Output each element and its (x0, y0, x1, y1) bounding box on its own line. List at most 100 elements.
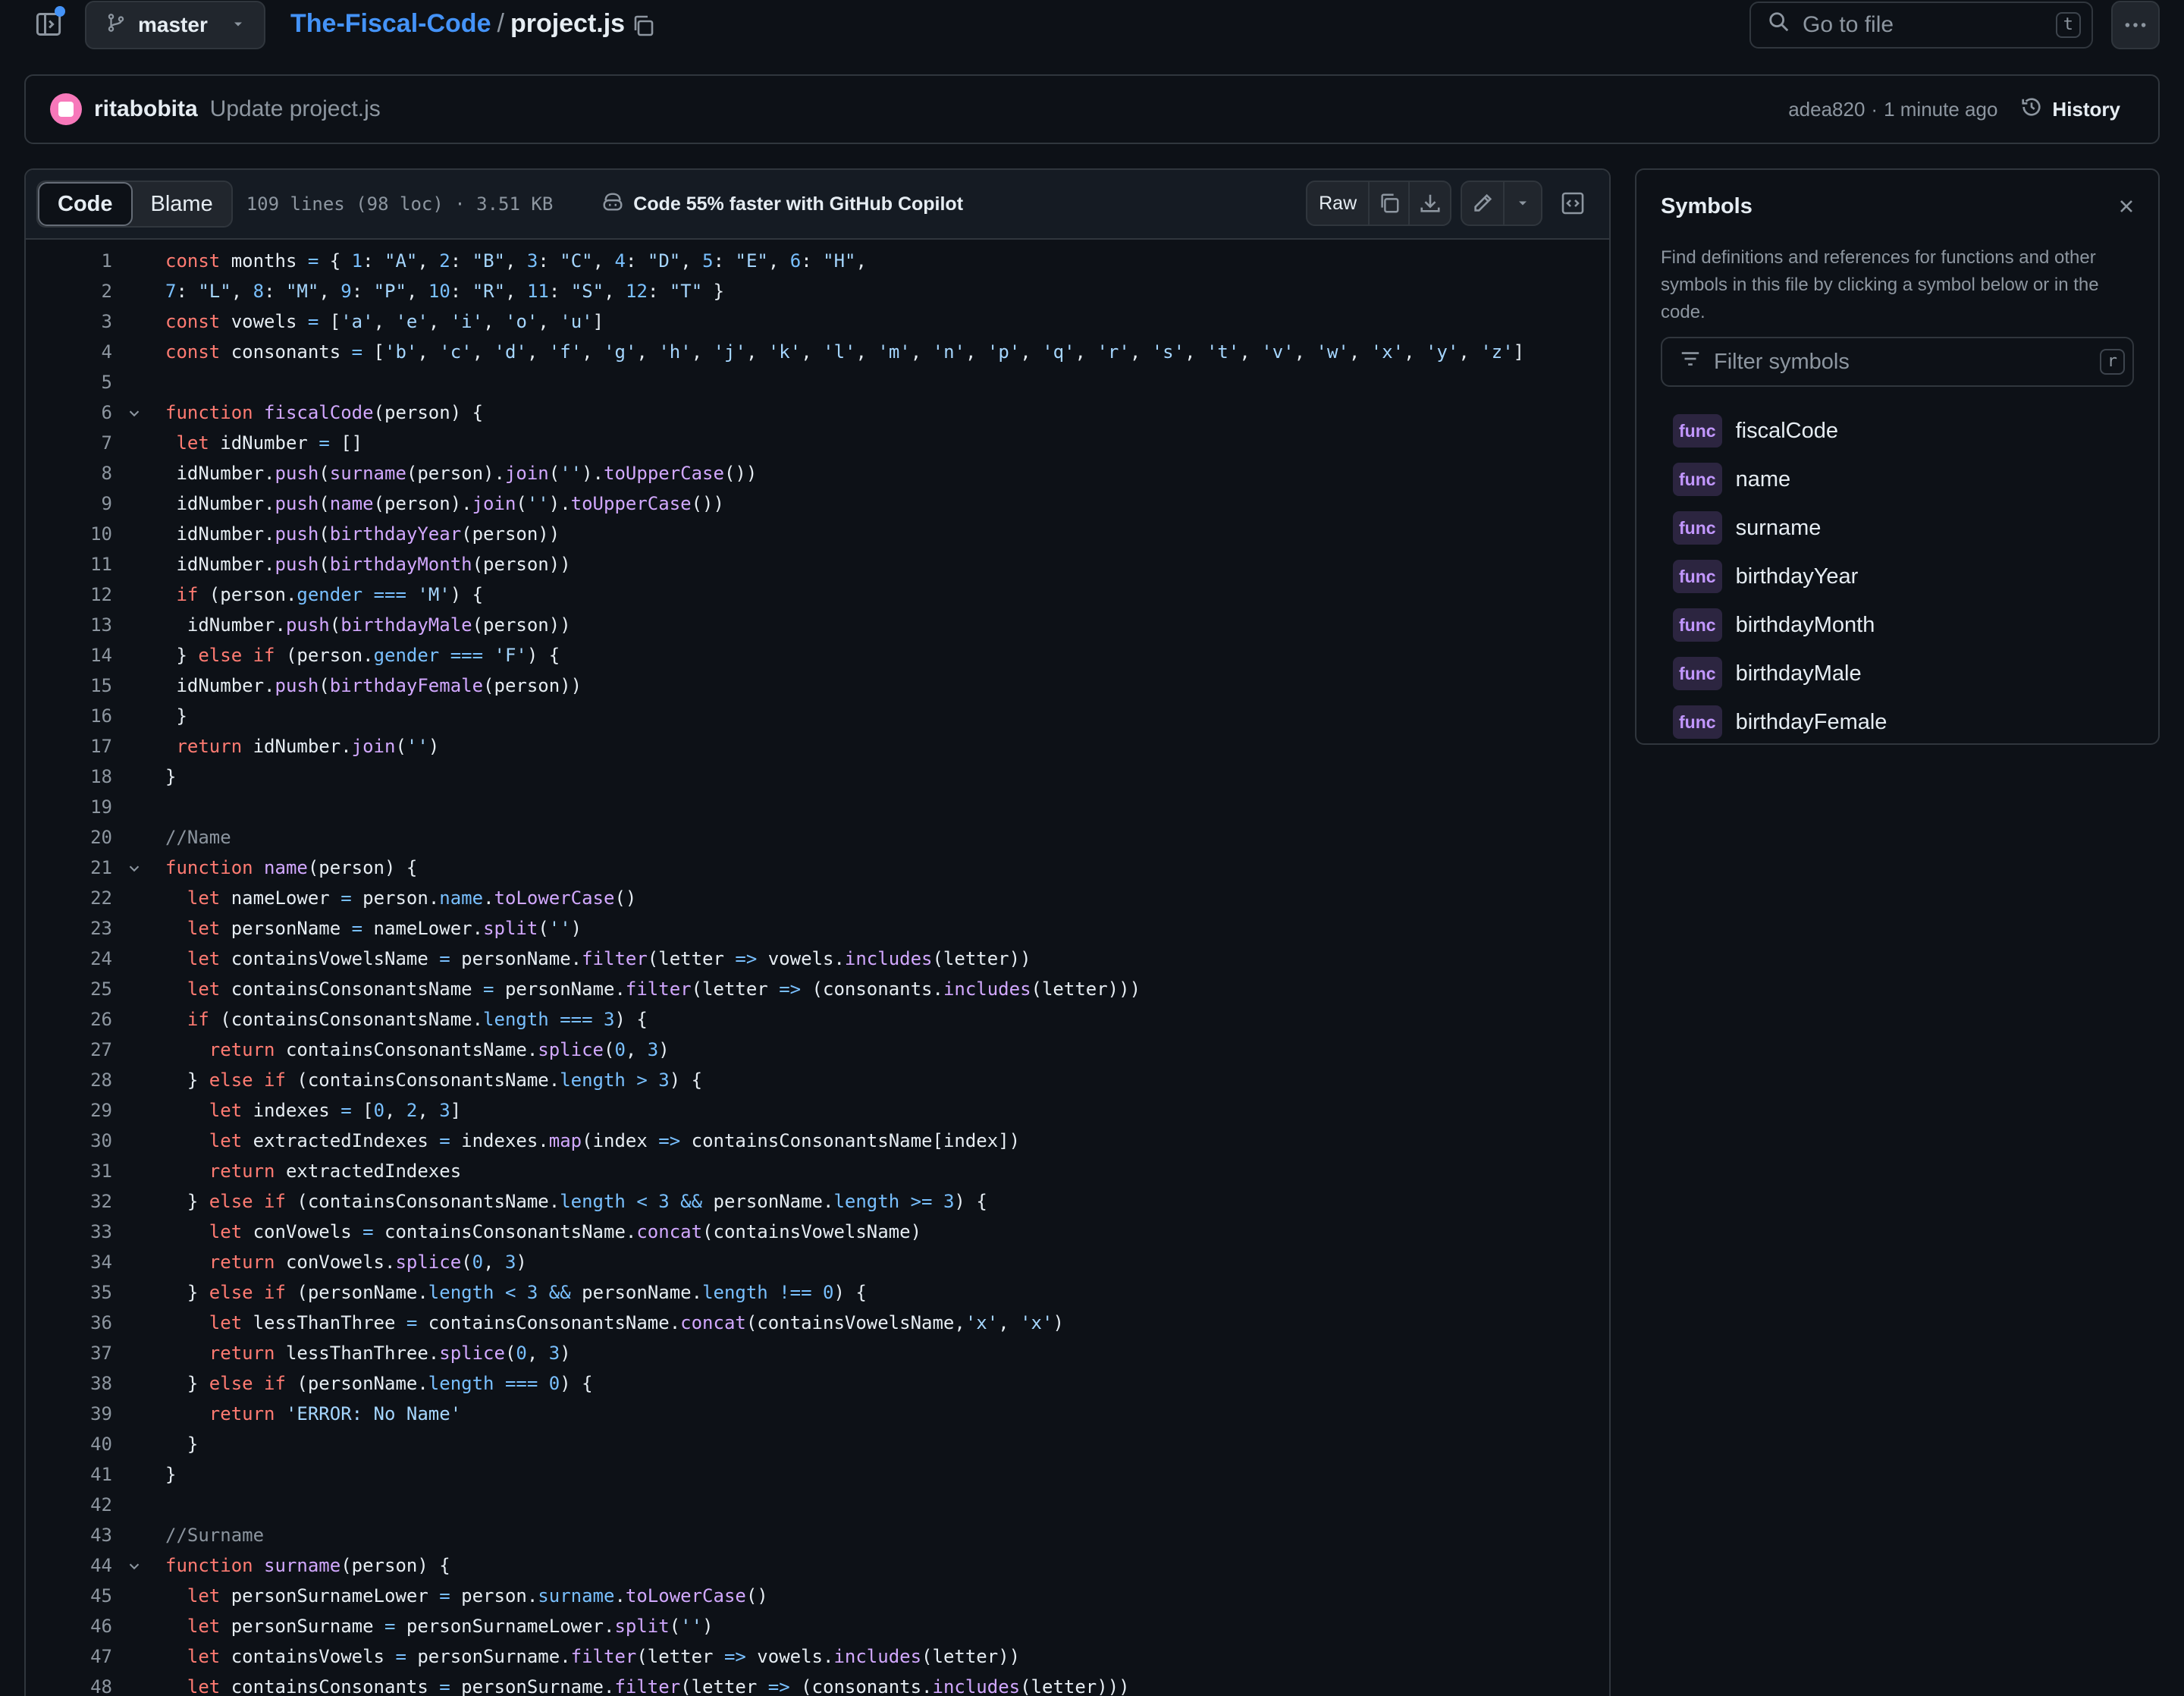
line-number[interactable]: 40 (41, 1429, 112, 1459)
symbol-item[interactable]: func birthdayMonth (1673, 607, 1875, 643)
line-number[interactable]: 8 (41, 458, 112, 488)
symbol-item[interactable]: func birthdayMale (1673, 655, 1862, 692)
code-text: let nameLower = person.name.toLowerCase(… (187, 887, 637, 909)
symbol-item[interactable]: func birthdayFemale (1673, 704, 1887, 740)
code-line: 36 let lessThanThree = containsConsonant… (26, 1308, 1609, 1338)
symbol-item[interactable]: func name (1673, 461, 1790, 498)
code-line: 48 let containsConsonants = personSurnam… (26, 1672, 1609, 1696)
line-number[interactable]: 30 (41, 1126, 112, 1156)
line-number[interactable]: 11 (41, 549, 112, 579)
go-to-file-input[interactable]: Go to file t (1749, 2, 2093, 49)
tab-code[interactable]: Code (38, 182, 133, 226)
code-text: let personSurname = personSurnameLower.s… (187, 1616, 714, 1637)
line-number[interactable]: 13 (41, 610, 112, 640)
line-number[interactable]: 7 (41, 428, 112, 458)
filter-symbols-input[interactable]: Filter symbols r (1661, 337, 2134, 387)
avatar[interactable] (50, 93, 82, 125)
commit-message[interactable]: Update project.js (210, 96, 381, 122)
line-number[interactable]: 47 (41, 1641, 112, 1672)
code-line: 20 //Name (26, 822, 1609, 853)
line-number[interactable]: 42 (41, 1490, 112, 1520)
line-number[interactable]: 14 (41, 640, 112, 671)
line-number[interactable]: 21 (41, 853, 112, 883)
line-number[interactable]: 27 (41, 1035, 112, 1065)
line-number[interactable]: 20 (41, 822, 112, 853)
branch-selector[interactable]: master (85, 1, 265, 49)
line-number[interactable]: 26 (41, 1004, 112, 1035)
line-number[interactable]: 29 (41, 1095, 112, 1126)
line-number[interactable]: 32 (41, 1186, 112, 1217)
symbol-item[interactable]: func surname (1673, 510, 1821, 546)
line-number[interactable]: 37 (41, 1338, 112, 1368)
chevron-down-icon[interactable] (126, 1550, 143, 1581)
line-number[interactable]: 25 (41, 974, 112, 1004)
line-number[interactable]: 16 (41, 701, 112, 731)
pencil-icon[interactable] (1462, 182, 1505, 225)
line-number[interactable]: 31 (41, 1156, 112, 1186)
symbol-item[interactable]: func fiscalCode (1673, 413, 1838, 449)
copilot-icon (601, 190, 624, 218)
line-number[interactable]: 48 (41, 1672, 112, 1696)
code-line: 17 return idNumber.join('') (26, 731, 1609, 762)
code-line: 31 return extractedIndexes (26, 1156, 1609, 1186)
raw-button[interactable]: Raw (1307, 182, 1370, 225)
commit-sha[interactable]: adea820 (1788, 98, 1865, 121)
line-number[interactable]: 6 (41, 397, 112, 428)
line-number[interactable]: 22 (41, 883, 112, 913)
symbol-kind-badge: func (1673, 608, 1722, 642)
copy-raw-icon[interactable] (1370, 182, 1410, 225)
line-number[interactable]: 38 (41, 1368, 112, 1399)
line-number[interactable]: 41 (41, 1459, 112, 1490)
line-number[interactable]: 12 (41, 579, 112, 610)
line-number[interactable]: 24 (41, 944, 112, 974)
raw-actions: Raw (1306, 181, 1451, 226)
code-text: //Surname (165, 1525, 265, 1546)
tab-blame[interactable]: Blame (133, 182, 231, 226)
symbols-title: Symbols (1661, 194, 1753, 218)
chevron-down-icon[interactable] (126, 397, 143, 428)
line-number[interactable]: 44 (41, 1550, 112, 1581)
code-text: let indexes = [0, 2, 3] (209, 1100, 462, 1121)
sidebar-expand-icon[interactable] (33, 6, 65, 39)
line-number[interactable]: 46 (41, 1611, 112, 1641)
chevron-down-icon[interactable] (1505, 182, 1541, 225)
line-number[interactable]: 43 (41, 1520, 112, 1550)
line-number[interactable]: 4 (41, 337, 112, 367)
line-number[interactable]: 3 (41, 306, 112, 337)
line-number[interactable]: 34 (41, 1247, 112, 1277)
copilot-promo-link[interactable]: Code 55% faster with GitHub Copilot (601, 190, 963, 218)
filter-icon (1679, 347, 1702, 376)
line-number[interactable]: 9 (41, 488, 112, 519)
kebab-horizontal-icon[interactable] (2111, 1, 2160, 49)
symbol-item[interactable]: func birthdayYear (1673, 558, 1858, 595)
line-number[interactable]: 33 (41, 1217, 112, 1247)
line-number[interactable]: 45 (41, 1581, 112, 1611)
commit-author[interactable]: ritabobita (94, 96, 198, 122)
view-mode-toggle: Code Blame (36, 181, 233, 228)
code-text: if (person.gender === 'M') { (176, 584, 484, 605)
code-text: return containsConsonantsName.splice(0, … (209, 1039, 670, 1060)
line-number[interactable]: 15 (41, 671, 112, 701)
chevron-down-icon[interactable] (126, 853, 143, 883)
line-number[interactable]: 2 (41, 276, 112, 306)
x-icon[interactable] (2116, 196, 2137, 221)
code-text: } else if (personName.length === 0) { (165, 1373, 593, 1394)
line-number[interactable]: 5 (41, 367, 112, 397)
copy-icon[interactable] (628, 11, 658, 41)
line-number[interactable]: 10 (41, 519, 112, 549)
line-number[interactable]: 35 (41, 1277, 112, 1308)
line-number[interactable]: 18 (41, 762, 112, 792)
line-number[interactable]: 19 (41, 792, 112, 822)
line-number[interactable]: 1 (41, 246, 112, 276)
line-number[interactable]: 28 (41, 1065, 112, 1095)
symbol-kind-badge: func (1673, 463, 1722, 496)
breadcrumb-repo-link[interactable]: The-Fiscal-Code (290, 9, 491, 39)
history-button[interactable]: History (2020, 96, 2120, 124)
line-number[interactable]: 36 (41, 1308, 112, 1338)
line-number[interactable]: 17 (41, 731, 112, 762)
code-line: 10 idNumber.push(birthdayYear(person)) (26, 519, 1609, 549)
line-number[interactable]: 23 (41, 913, 112, 944)
download-icon[interactable] (1410, 182, 1450, 225)
code-square-icon[interactable] (1556, 187, 1589, 220)
line-number[interactable]: 39 (41, 1399, 112, 1429)
